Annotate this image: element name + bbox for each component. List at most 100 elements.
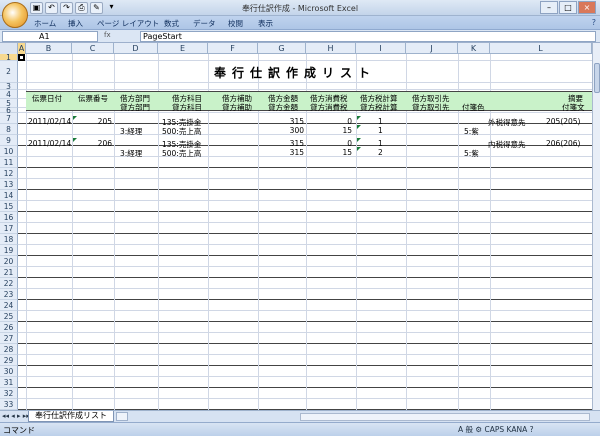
credit-dept-cell[interactable]: 3:経理 xyxy=(120,126,142,137)
sheet-tab-active[interactable]: 奉行仕訳作成リスト xyxy=(28,411,114,422)
tag-color-cell[interactable]: 5:紫 xyxy=(464,126,479,137)
row-header[interactable]: 23 xyxy=(0,289,18,300)
tab-page-layout[interactable]: ページ レイアウト xyxy=(97,18,159,29)
row-header[interactable]: 21 xyxy=(0,267,18,278)
memo-label-cell[interactable]: 外税得意先 xyxy=(488,117,526,128)
column-header[interactable]: A xyxy=(18,43,26,54)
column-header[interactable]: B xyxy=(26,43,72,54)
row-header[interactable]: 29 xyxy=(0,355,18,366)
debit-amount-cell[interactable]: 315 xyxy=(258,117,304,126)
credit-amount-cell[interactable]: 300 xyxy=(258,126,304,135)
row-header[interactable]: 15 xyxy=(0,201,18,212)
credit-account-cell[interactable]: 500:売上高 xyxy=(162,148,201,159)
credit-account-cell[interactable]: 500:売上高 xyxy=(162,126,201,137)
close-button[interactable]: × xyxy=(578,1,596,14)
tab-home[interactable]: ホーム xyxy=(34,18,56,29)
header-cell: 貸方税計算 xyxy=(360,103,398,112)
date-cell[interactable]: 2011/02/14 xyxy=(28,139,71,148)
row-header[interactable]: 18 xyxy=(0,234,18,245)
tag-color-cell[interactable]: 5:紫 xyxy=(464,148,479,159)
row-header[interactable]: 19 xyxy=(0,245,18,256)
column-header[interactable]: F xyxy=(208,43,258,54)
row-header[interactable]: 32 xyxy=(0,388,18,399)
debit-taxcalc-cell[interactable]: 1 xyxy=(378,117,383,126)
row-divider xyxy=(18,178,592,179)
credit-taxcalc-cell[interactable]: 2 xyxy=(378,148,383,157)
row-header[interactable]: 28 xyxy=(0,344,18,355)
scroll-thumb[interactable] xyxy=(594,63,600,93)
row-header[interactable]: 16 xyxy=(0,212,18,223)
select-all-button[interactable] xyxy=(0,43,18,54)
memo-label-cell[interactable]: 内税得意先 xyxy=(488,139,526,150)
column-header[interactable]: H xyxy=(306,43,356,54)
row-divider xyxy=(18,244,592,245)
column-header[interactable]: L xyxy=(490,43,592,54)
column-header[interactable]: E xyxy=(158,43,208,54)
date-cell[interactable]: 2011/02/14 xyxy=(28,117,71,126)
credit-tax-cell[interactable]: 15 xyxy=(306,126,352,135)
row-header[interactable]: 10 xyxy=(0,146,18,157)
vertical-scrollbar[interactable] xyxy=(592,43,600,410)
column-header[interactable]: G xyxy=(258,43,306,54)
row-header[interactable]: 8 xyxy=(0,124,18,135)
credit-tax-cell[interactable]: 15 xyxy=(306,148,352,157)
memo-cell[interactable]: 206(206) xyxy=(546,139,580,148)
slip-number-cell[interactable]: 205 xyxy=(72,117,112,126)
horizontal-scrollbar[interactable] xyxy=(300,413,590,421)
column-header[interactable]: K xyxy=(458,43,490,54)
row-header[interactable]: 25 xyxy=(0,311,18,322)
tab-insert[interactable]: 挿入 xyxy=(68,18,83,29)
memo-cell[interactable]: 205(205) xyxy=(546,117,580,126)
row-header[interactable]: 1 xyxy=(0,54,18,61)
row-header[interactable]: 12 xyxy=(0,168,18,179)
worksheet-grid[interactable]: 1 2 3 4 5 6 7 8 9 10 11 12 13 14 15 16 17 18 19 20 21 22 23 24 2… xyxy=(0,54,592,410)
row-divider xyxy=(18,266,592,267)
row-header[interactable]: 14 xyxy=(0,190,18,201)
tab-view[interactable]: 表示 xyxy=(258,18,273,29)
header-cell: 貸方科目 xyxy=(172,103,202,112)
row-header[interactable]: 13 xyxy=(0,179,18,190)
insert-sheet-icon[interactable] xyxy=(116,412,128,421)
slip-number-cell[interactable]: 206 xyxy=(72,139,112,148)
formula-input[interactable]: PageStart xyxy=(140,31,596,42)
row-header[interactable]: 9 xyxy=(0,135,18,146)
minimize-button[interactable]: – xyxy=(540,1,558,14)
name-box[interactable]: A1 xyxy=(2,31,98,42)
debit-tax-cell[interactable]: 0 xyxy=(306,139,352,148)
row-header[interactable]: 3 xyxy=(0,83,18,90)
row-header[interactable]: 33 xyxy=(0,399,18,410)
row-header[interactable]: 20 xyxy=(0,256,18,267)
debit-taxcalc-cell[interactable]: 1 xyxy=(378,139,383,148)
tab-review[interactable]: 校閲 xyxy=(228,18,243,29)
debit-amount-cell[interactable]: 315 xyxy=(258,139,304,148)
row-header[interactable]: 7 xyxy=(0,113,18,124)
column-header[interactable]: C xyxy=(72,43,114,54)
column-header[interactable]: D xyxy=(114,43,158,54)
row-header[interactable]: 11 xyxy=(0,157,18,168)
tab-formulas[interactable]: 数式 xyxy=(164,18,179,29)
row-header[interactable]: 17 xyxy=(0,223,18,234)
row-header[interactable]: 22 xyxy=(0,278,18,289)
row-header[interactable]: 31 xyxy=(0,377,18,388)
restore-button[interactable]: □ xyxy=(559,1,577,14)
row-header[interactable]: 2 xyxy=(0,61,18,83)
credit-amount-cell[interactable]: 315 xyxy=(258,148,304,157)
row-header[interactable]: 4 xyxy=(0,90,18,99)
row-header[interactable]: 30 xyxy=(0,366,18,377)
credit-taxcalc-cell[interactable]: 1 xyxy=(378,126,383,135)
column-header[interactable]: I xyxy=(356,43,406,54)
office-button[interactable] xyxy=(2,2,28,28)
help-icon[interactable]: ? xyxy=(592,18,596,27)
debit-tax-cell[interactable]: 0 xyxy=(306,117,352,126)
function-icon[interactable]: fx xyxy=(104,31,111,39)
row-header[interactable]: 24 xyxy=(0,300,18,311)
sheet-nav-buttons[interactable]: ◂◂ ◂ ▸ ▸▸ xyxy=(2,412,30,420)
row-header[interactable]: 27 xyxy=(0,333,18,344)
credit-dept-cell[interactable]: 3:経理 xyxy=(120,148,142,159)
active-cell[interactable] xyxy=(18,54,25,61)
row-divider xyxy=(18,321,592,322)
column-header[interactable]: J xyxy=(406,43,458,54)
tab-data[interactable]: データ xyxy=(193,18,216,29)
row-header[interactable]: 26 xyxy=(0,322,18,333)
column-headers: A B C D E F G H I J K L xyxy=(0,43,592,54)
